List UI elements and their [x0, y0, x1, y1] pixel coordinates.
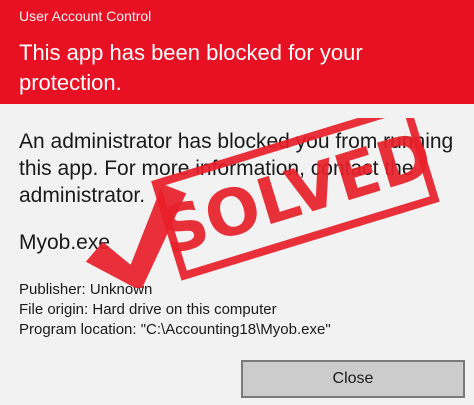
app-name: Myob.exe: [19, 231, 111, 254]
window-caption: User Account Control: [19, 8, 152, 24]
uac-header: User Account Control This app has been b…: [0, 0, 474, 104]
dialog-title: This app has been blocked for your prote…: [19, 40, 363, 95]
app-details: Publisher: Unknown File origin: Hard dri…: [19, 280, 331, 340]
file-origin-line: File origin: Hard drive on this computer: [19, 301, 277, 318]
close-button[interactable]: Close: [241, 360, 465, 398]
publisher-line: Publisher: Unknown: [19, 281, 153, 298]
program-location-line: Program location: "C:\Accounting18\Myob.…: [19, 321, 331, 338]
blocked-message: An administrator has blocked you from ru…: [19, 130, 454, 207]
